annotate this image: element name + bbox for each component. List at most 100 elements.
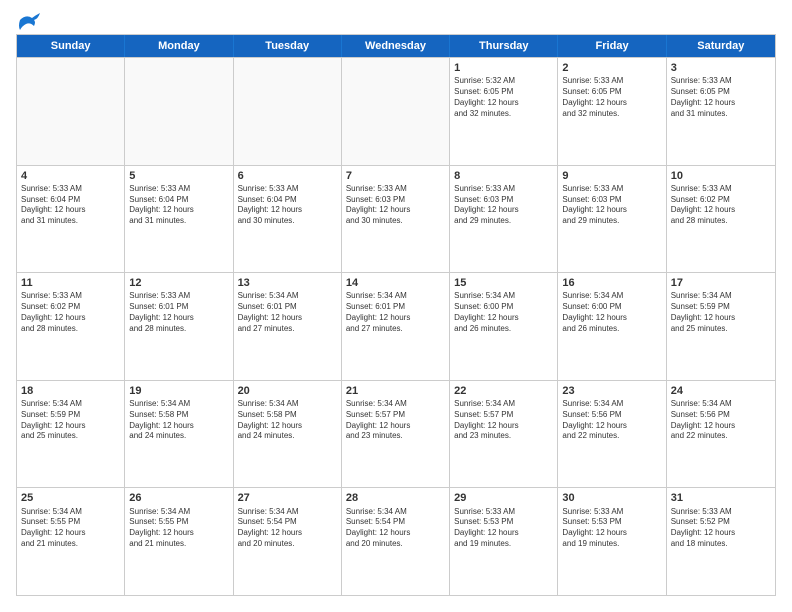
day-info: Sunrise: 5:34 AMSunset: 5:54 PMDaylight:… <box>346 507 445 550</box>
calendar-cell-0-1 <box>125 58 233 165</box>
calendar-cell-0-3 <box>342 58 450 165</box>
day-info: Sunrise: 5:33 AMSunset: 5:53 PMDaylight:… <box>562 507 661 550</box>
calendar-cell-0-4: 1Sunrise: 5:32 AMSunset: 6:05 PMDaylight… <box>450 58 558 165</box>
calendar-row-3: 18Sunrise: 5:34 AMSunset: 5:59 PMDayligh… <box>17 380 775 488</box>
calendar-cell-4-2: 27Sunrise: 5:34 AMSunset: 5:54 PMDayligh… <box>234 488 342 595</box>
day-number: 1 <box>454 61 553 75</box>
calendar-cell-4-5: 30 Sunrise: 5:33 AMSunset: 5:53 PMDayligh… <box>558 488 666 595</box>
calendar-row-0: 1Sunrise: 5:32 AMSunset: 6:05 PMDaylight… <box>17 57 775 165</box>
day-number: 6 <box>238 169 337 183</box>
day-info: Sunrise: 5:34 AMSunset: 6:01 PMDaylight:… <box>346 291 445 334</box>
calendar-cell-3-6: 24Sunrise: 5:34 AMSunset: 5:56 PMDayligh… <box>667 381 775 488</box>
day-info: Sunrise: 5:33 AMSunset: 6:04 PMDaylight:… <box>129 184 228 227</box>
day-info: Sunrise: 5:34 AMSunset: 5:55 PMDaylight:… <box>21 507 120 550</box>
header-day-monday: Monday <box>125 35 233 57</box>
calendar-cell-2-1: 12Sunrise: 5:33 AMSunset: 6:01 PMDayligh… <box>125 273 233 380</box>
day-number: 29 <box>454 491 553 505</box>
calendar-row-4: 25 Sunrise: 5:34 AMSunset: 5:55 PMDayligh… <box>17 487 775 595</box>
day-number: 8 <box>454 169 553 183</box>
header-day-sunday: Sunday <box>17 35 125 57</box>
calendar-cell-3-3: 21Sunrise: 5:34 AMSunset: 5:57 PMDayligh… <box>342 381 450 488</box>
day-number: 28 <box>346 491 445 505</box>
day-number: 20 <box>238 384 337 398</box>
day-info: Sunrise: 5:34 AMSunset: 5:56 PMDaylight:… <box>562 399 661 442</box>
day-number: 25 <box>21 491 120 505</box>
day-number: 21 <box>346 384 445 398</box>
day-number: 13 <box>238 276 337 290</box>
day-info: Sunrise: 5:34 AMSunset: 5:59 PMDaylight:… <box>671 291 771 334</box>
calendar-cell-3-0: 18Sunrise: 5:34 AMSunset: 5:59 PMDayligh… <box>17 381 125 488</box>
day-info: Sunrise: 5:33 AMSunset: 6:03 PMDaylight:… <box>562 184 661 227</box>
day-number: 11 <box>21 276 120 290</box>
day-info: Sunrise: 5:34 AMSunset: 6:01 PMDaylight:… <box>238 291 337 334</box>
calendar-cell-1-3: 7Sunrise: 5:33 AMSunset: 6:03 PMDaylight… <box>342 166 450 273</box>
day-info: Sunrise: 5:34 AMSunset: 5:58 PMDaylight:… <box>238 399 337 442</box>
day-info: Sunrise: 5:34 AMSunset: 5:56 PMDaylight:… <box>671 399 771 442</box>
day-number: 5 <box>129 169 228 183</box>
day-number: 30 <box>562 491 661 505</box>
day-info: Sunrise: 5:32 AMSunset: 6:05 PMDaylight:… <box>454 76 553 119</box>
day-number: 4 <box>21 169 120 183</box>
header-day-thursday: Thursday <box>450 35 558 57</box>
header-day-friday: Friday <box>558 35 666 57</box>
day-number: 24 <box>671 384 771 398</box>
day-number: 26 <box>129 491 228 505</box>
calendar-cell-2-3: 14Sunrise: 5:34 AMSunset: 6:01 PMDayligh… <box>342 273 450 380</box>
day-number: 3 <box>671 61 771 75</box>
day-info: Sunrise: 5:33 AMSunset: 6:04 PMDaylight:… <box>238 184 337 227</box>
day-number: 19 <box>129 384 228 398</box>
day-info: Sunrise: 5:34 AMSunset: 6:00 PMDaylight:… <box>454 291 553 334</box>
calendar-row-2: 11Sunrise: 5:33 AMSunset: 6:02 PMDayligh… <box>17 272 775 380</box>
calendar-cell-0-2 <box>234 58 342 165</box>
header <box>16 16 776 26</box>
day-info: Sunrise: 5:33 AMSunset: 6:02 PMDaylight:… <box>671 184 771 227</box>
day-info: Sunrise: 5:34 AMSunset: 5:54 PMDaylight:… <box>238 507 337 550</box>
calendar-cell-2-6: 17Sunrise: 5:34 AMSunset: 5:59 PMDayligh… <box>667 273 775 380</box>
page: SundayMondayTuesdayWednesdayThursdayFrid… <box>0 0 792 612</box>
day-info: Sunrise: 5:34 AMSunset: 6:00 PMDaylight:… <box>562 291 661 334</box>
calendar-cell-1-0: 4Sunrise: 5:33 AMSunset: 6:04 PMDaylight… <box>17 166 125 273</box>
day-info: Sunrise: 5:33 AMSunset: 5:52 PMDaylight:… <box>671 507 771 550</box>
day-info: Sunrise: 5:34 AMSunset: 5:59 PMDaylight:… <box>21 399 120 442</box>
day-number: 31 <box>671 491 771 505</box>
day-info: Sunrise: 5:33 AMSunset: 6:05 PMDaylight:… <box>671 76 771 119</box>
calendar-cell-2-2: 13Sunrise: 5:34 AMSunset: 6:01 PMDayligh… <box>234 273 342 380</box>
calendar-cell-4-3: 28 Sunrise: 5:34 AMSunset: 5:54 PMDayligh… <box>342 488 450 595</box>
calendar-cell-4-1: 26 Sunrise: 5:34 AMSunset: 5:55 PMDayligh… <box>125 488 233 595</box>
day-number: 18 <box>21 384 120 398</box>
calendar-cell-2-4: 15Sunrise: 5:34 AMSunset: 6:00 PMDayligh… <box>450 273 558 380</box>
calendar-cell-0-6: 3Sunrise: 5:33 AMSunset: 6:05 PMDaylight… <box>667 58 775 165</box>
calendar: SundayMondayTuesdayWednesdayThursdayFrid… <box>16 34 776 596</box>
day-info: Sunrise: 5:34 AMSunset: 5:55 PMDaylight:… <box>129 507 228 550</box>
day-info: Sunrise: 5:34 AMSunset: 5:58 PMDaylight:… <box>129 399 228 442</box>
day-number: 15 <box>454 276 553 290</box>
day-info: Sunrise: 5:33 AMSunset: 6:01 PMDaylight:… <box>129 291 228 334</box>
day-number: 16 <box>562 276 661 290</box>
calendar-cell-1-2: 6Sunrise: 5:33 AMSunset: 6:04 PMDaylight… <box>234 166 342 273</box>
day-info: Sunrise: 5:33 AMSunset: 6:03 PMDaylight:… <box>454 184 553 227</box>
calendar-header: SundayMondayTuesdayWednesdayThursdayFrid… <box>17 35 775 57</box>
day-number: 22 <box>454 384 553 398</box>
header-day-wednesday: Wednesday <box>342 35 450 57</box>
calendar-cell-3-1: 19Sunrise: 5:34 AMSunset: 5:58 PMDayligh… <box>125 381 233 488</box>
logo <box>16 16 40 26</box>
calendar-cell-1-5: 9Sunrise: 5:33 AMSunset: 6:03 PMDaylight… <box>558 166 666 273</box>
calendar-cell-0-5: 2Sunrise: 5:33 AMSunset: 6:05 PMDaylight… <box>558 58 666 165</box>
day-info: Sunrise: 5:33 AMSunset: 6:05 PMDaylight:… <box>562 76 661 119</box>
day-number: 9 <box>562 169 661 183</box>
calendar-cell-4-4: 29Sunrise: 5:33 AMSunset: 5:53 PMDayligh… <box>450 488 558 595</box>
calendar-cell-4-6: 31 Sunrise: 5:33 AMSunset: 5:52 PMDayligh… <box>667 488 775 595</box>
calendar-cell-3-2: 20Sunrise: 5:34 AMSunset: 5:58 PMDayligh… <box>234 381 342 488</box>
day-number: 2 <box>562 61 661 75</box>
day-number: 17 <box>671 276 771 290</box>
calendar-cell-1-1: 5Sunrise: 5:33 AMSunset: 6:04 PMDaylight… <box>125 166 233 273</box>
day-info: Sunrise: 5:34 AMSunset: 5:57 PMDaylight:… <box>346 399 445 442</box>
day-info: Sunrise: 5:33 AMSunset: 6:04 PMDaylight:… <box>21 184 120 227</box>
day-info: Sunrise: 5:33 AMSunset: 6:03 PMDaylight:… <box>346 184 445 227</box>
day-info: Sunrise: 5:33 AMSunset: 6:02 PMDaylight:… <box>21 291 120 334</box>
calendar-body: 1Sunrise: 5:32 AMSunset: 6:05 PMDaylight… <box>17 57 775 595</box>
calendar-cell-0-0 <box>17 58 125 165</box>
calendar-cell-4-0: 25 Sunrise: 5:34 AMSunset: 5:55 PMDayligh… <box>17 488 125 595</box>
calendar-cell-3-4: 22Sunrise: 5:34 AMSunset: 5:57 PMDayligh… <box>450 381 558 488</box>
day-number: 23 <box>562 384 661 398</box>
